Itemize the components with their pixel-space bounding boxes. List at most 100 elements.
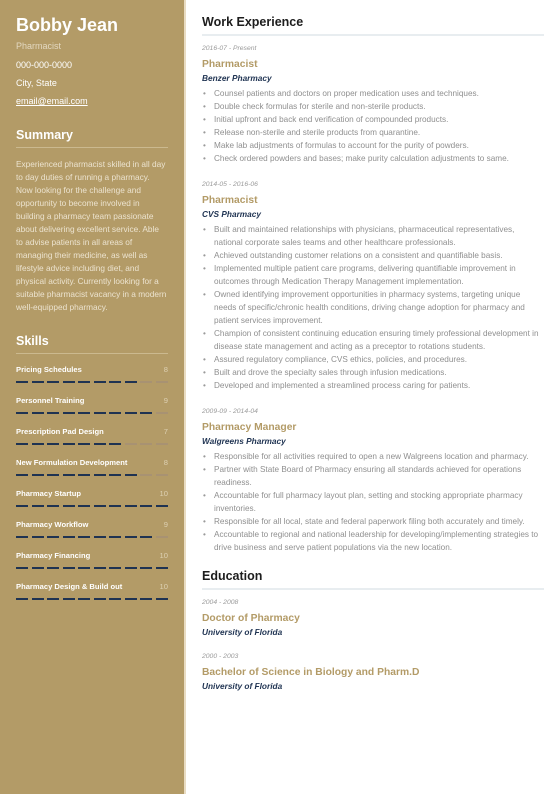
skill-dash-filled [78,412,91,414]
job-title: Pharmacy Manager [202,422,297,433]
skill-dash-filled [109,567,122,569]
skill-level-bar [16,381,168,383]
skill-dash-filled [140,598,153,600]
skill-dash-filled [93,598,106,600]
skill-dash-filled [31,381,44,383]
job-bullet: Developed and implemented a streamlined … [203,379,544,392]
job-bullet: Accountable to regional and national lea… [203,528,544,554]
job-bullet: Responsible for all local, state and fed… [203,515,544,528]
skill-label: Personnel Training [16,396,85,405]
skill-dash-empty [155,381,168,383]
skill-dash-filled [155,567,168,569]
skill-level-bar [16,412,168,414]
job-bullet: Accountable for full pharmacy layout pla… [203,489,544,515]
skill-dash-filled [124,567,137,569]
education-school: University of Florida [202,627,283,637]
skill-item: Pharmacy Workflow 9 [16,520,168,538]
skill-dash-filled [78,536,91,538]
education-entry: 2000 - 2003 Bachelor of Science in Biolog… [202,652,544,692]
skill-dash-filled [47,505,60,507]
skill-label: Pharmacy Workflow [16,520,89,529]
skill-dash-filled [109,598,122,600]
skill-dash-filled [93,505,106,507]
job-title: Pharmacist [202,195,258,206]
job-company: Walgreens Pharmacy [202,436,286,446]
job-bullet: Responsible for all activities required … [203,450,544,463]
job-bullet: Assured regulatory compliance, CVS ethic… [203,353,544,366]
skill-item: Pharmacy Financing 10 [16,551,168,569]
skill-dash-filled [140,536,153,538]
skill-row: Pharmacy Workflow 9 [16,520,168,530]
skill-level-bar [16,536,168,538]
skill-label: Pharmacy Design & Build out [16,582,123,591]
skill-dash-filled [16,536,28,538]
job-entry: 2009-09 - 2014-04 Pharmacy Manager Walgree… [202,407,544,554]
job-bullet: Release non-sterile and sterile products… [203,126,544,139]
skill-dash-filled [109,474,122,476]
job-bullet: Partner with State Board of Pharmacy ens… [203,463,544,489]
skill-value: 10 [159,489,168,498]
main-content: Work Experience 2016-07 - Present Pharmac… [202,0,544,706]
education-heading: Education [202,569,544,590]
job-bullet: Achieved outstanding customer relations … [203,249,544,262]
skill-dash-filled [109,443,122,445]
skill-dash-filled [31,443,44,445]
skill-dash-empty [155,474,168,476]
skill-dash-empty [140,474,153,476]
skill-dash-filled [62,381,75,383]
skill-level-bar [16,505,168,507]
skill-row: Pricing Schedules 8 [16,365,168,375]
location: City, State [16,78,57,88]
skill-dash-filled [124,536,137,538]
skill-dash-filled [124,474,137,476]
phone: 000-000-0000 [16,60,73,70]
skill-level-bar [16,474,168,476]
skill-level-bar [16,567,168,569]
skill-dash-filled [140,567,153,569]
skill-dash-filled [140,505,153,507]
skill-value: 9 [163,520,168,529]
summary-heading: Summary [16,128,168,148]
skill-value: 7 [163,427,168,436]
skill-dash-filled [140,412,153,414]
skill-dash-filled [93,443,106,445]
skill-dash-filled [31,412,44,414]
job-bullet: Owned identifying improvement opportunit… [203,288,544,327]
job-company: CVS Pharmacy [202,209,262,219]
skill-label: Pricing Schedules [16,365,82,374]
skill-item: Pricing Schedules 8 [16,365,168,383]
education-date: 2000 - 2003 [202,653,239,660]
job-bullet: Make lab adjustments of formulas to acco… [203,139,544,152]
education-degree: Bachelor of Science in Biology and Pharm… [202,667,420,678]
skill-item: Prescription Pad Design 7 [16,427,168,445]
skill-item: Personnel Training 9 [16,396,168,414]
job-bullet: Initial upfront and back end verificatio… [203,113,544,126]
skill-dash-filled [109,381,122,383]
skill-label: Pharmacy Startup [16,489,81,498]
sidebar-divider [184,0,186,794]
skill-level-bar [16,598,168,600]
skill-dash-filled [78,381,91,383]
skill-dash-filled [31,536,44,538]
skill-dash-filled [62,443,75,445]
job-title: Pharmacist [202,59,258,70]
skill-dash-filled [16,567,28,569]
email-link[interactable]: email@email.com [16,96,88,106]
skill-dash-filled [124,505,137,507]
education-entry: 2004 - 2008 Doctor of Pharmacy University … [202,598,544,638]
skill-dash-filled [31,505,44,507]
job-bullet: Built and maintained relationships with … [203,223,544,249]
skill-dash-filled [78,598,91,600]
skill-dash-filled [109,412,122,414]
skill-dash-filled [62,505,75,507]
education-school: University of Florida [202,681,283,691]
education-date: 2004 - 2008 [202,599,239,606]
skill-dash-filled [47,567,60,569]
skill-value: 8 [163,365,168,374]
skill-dash-filled [155,505,168,507]
skill-dash-filled [31,598,44,600]
skill-row: New Formulation Development 8 [16,458,168,468]
skill-dash-filled [16,381,28,383]
skill-dash-filled [16,598,28,600]
jobs-list: 2016-07 - Present Pharmacist Benzer Pharma… [202,44,544,554]
